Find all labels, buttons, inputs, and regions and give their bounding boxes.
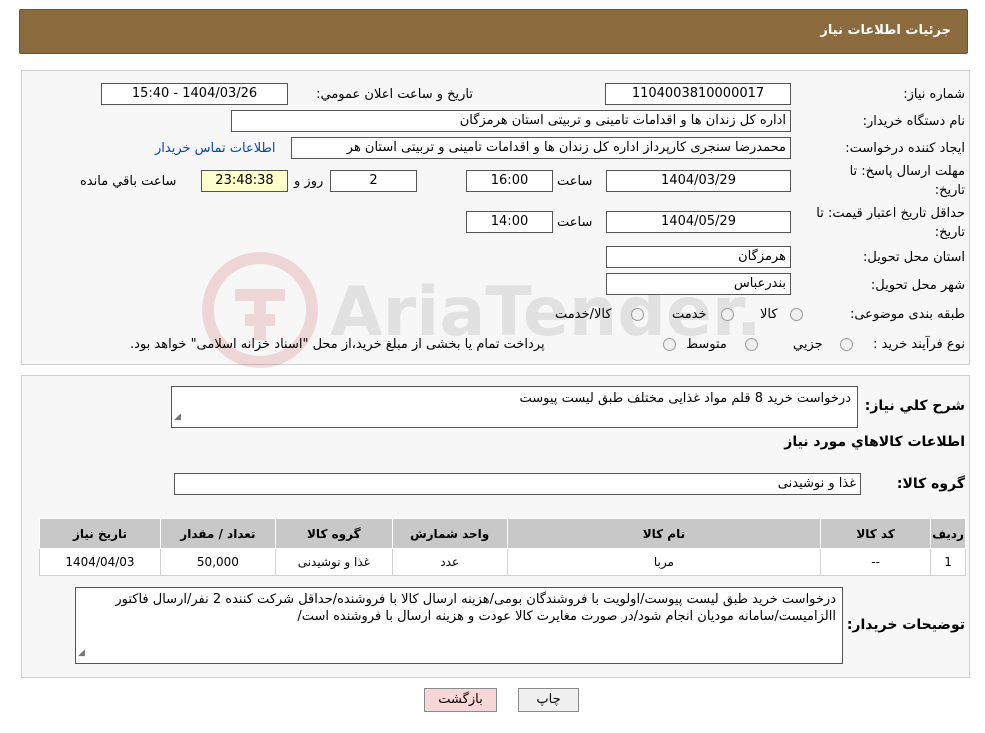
announce-field: 1404/03/26 - 15:40 [101,83,288,105]
cell-code: -- [820,548,932,576]
buyer-contact-link[interactable]: اطلاعات تماس خریدار [155,141,275,156]
deadline-time-label: ساعت [557,174,593,189]
category-option-goods: کالا [760,307,778,322]
price-valid-time-label: ساعت [557,215,593,230]
cell-row: 1 [930,548,966,576]
summary-textarea[interactable]: درخواست خرید 8 قلم مواد غذایی مختلف طبق … [171,386,858,428]
need-number-field: 1104003810000017 [605,83,791,105]
goods-group-label: گروه کالا: [896,476,965,492]
process-radio-medium[interactable] [745,338,758,351]
header-bar: جزئیات اطلاعات نیاز [19,9,968,54]
col-row: ردیف [930,518,966,549]
price-valid-time-field: 14:00 [466,211,553,233]
requester-field: محمدرضا سنجری کارپرداز اداره کل زندان ها… [291,137,791,159]
requester-label: ایجاد کننده درخواست: [845,141,965,156]
col-code: کد کالا [820,518,932,549]
buyer-notes-textarea[interactable]: درخواست خرید طبق لیست پیوست/اولویت با فر… [75,587,843,664]
province-label: استان محل تحویل: [863,250,965,265]
remaining-label: ساعت باقي مانده [80,174,177,189]
resize-grip-icon[interactable]: ◢ [174,409,181,426]
announce-label: تاریخ و ساعت اعلان عمومي: [316,87,473,102]
price-valid-label: حداقل تاریخ اعتبار قیمت: تا [816,206,965,221]
summary-text: درخواست خرید 8 قلم مواد غذایی مختلف طبق … [519,391,851,406]
col-group: گروه کالا [274,518,393,549]
col-need-date: تاریخ نیاز [39,518,161,549]
category-radio-goods[interactable] [790,308,803,321]
city-label: شهر محل تحویل: [870,278,965,293]
category-label: طبقه بندی موضوعی: [849,307,965,322]
cell-unit: عدد [391,548,508,576]
process-label: نوع فرآیند خرید : [873,337,965,352]
col-quantity: تعداد / مقدار [159,518,276,549]
goods-group-field: غذا و نوشیدنی [174,473,861,495]
col-name: نام کالا [506,518,822,549]
buyer-notes-text: درخواست خرید طبق لیست پیوست/اولویت با فر… [115,592,836,624]
category-radio-service[interactable] [721,308,734,321]
resize-grip-icon[interactable]: ◢ [78,645,85,662]
goods-table: ردیف کد کالا نام کالا واحد شمارش گروه کا… [39,518,966,576]
cell-name: مربا [506,548,822,576]
days-label: روز و [294,174,324,189]
table-row: 1 -- مربا عدد غذا و نوشیدنی 50,000 1404/… [39,548,966,576]
deadline-label-date: تاریخ: [934,183,965,198]
need-number-label: شماره نیاز: [903,87,965,102]
print-button[interactable]: چاپ [518,688,579,712]
province-field: هرمزگان [606,246,791,268]
summary-label: شرح کلي نیاز: [864,398,965,414]
process-radio-treasury[interactable] [663,338,676,351]
col-unit: واحد شمارش [391,518,508,549]
process-option-minor: جزیي [793,337,823,352]
back-button[interactable]: بازگشت [424,688,497,712]
category-option-goods-service: کالا/خدمت [555,307,612,322]
process-radio-minor[interactable] [840,338,853,351]
page-title: جزئیات اطلاعات نیاز [820,23,951,38]
category-radio-goods-service[interactable] [631,308,644,321]
category-option-service: خدمت [672,307,707,322]
remaining-time-field: 23:48:38 [201,170,288,192]
deadline-time-field: 16:00 [466,170,553,192]
process-option-medium: متوسط [686,337,727,352]
goods-info-title: اطلاعات کالاهاي مورد نیاز [784,434,965,450]
city-field: بندرعباس [606,273,791,295]
days-field: 2 [330,170,417,192]
process-note: پرداخت تمام یا بخشی از مبلغ خرید،از محل … [130,337,545,352]
buyer-org-label: نام دستگاه خریدار: [862,114,965,129]
buyer-notes-label: توضیحات خریدار: [846,617,965,633]
goods-table-header: ردیف کد کالا نام کالا واحد شمارش گروه کا… [39,518,966,549]
deadline-date-field: 1404/03/29 [606,170,791,192]
cell-group: غذا و نوشیدنی [274,548,393,576]
buyer-org-field: اداره کل زندان ها و اقدامات تامینی و ترب… [231,110,791,132]
price-valid-label-date: تاریخ: [934,225,965,240]
deadline-label: مهلت ارسال پاسخ: تا [849,164,965,179]
price-valid-date-field: 1404/05/29 [606,211,791,233]
cell-need-date: 1404/04/03 [39,548,161,576]
cell-quantity: 50,000 [159,548,276,576]
